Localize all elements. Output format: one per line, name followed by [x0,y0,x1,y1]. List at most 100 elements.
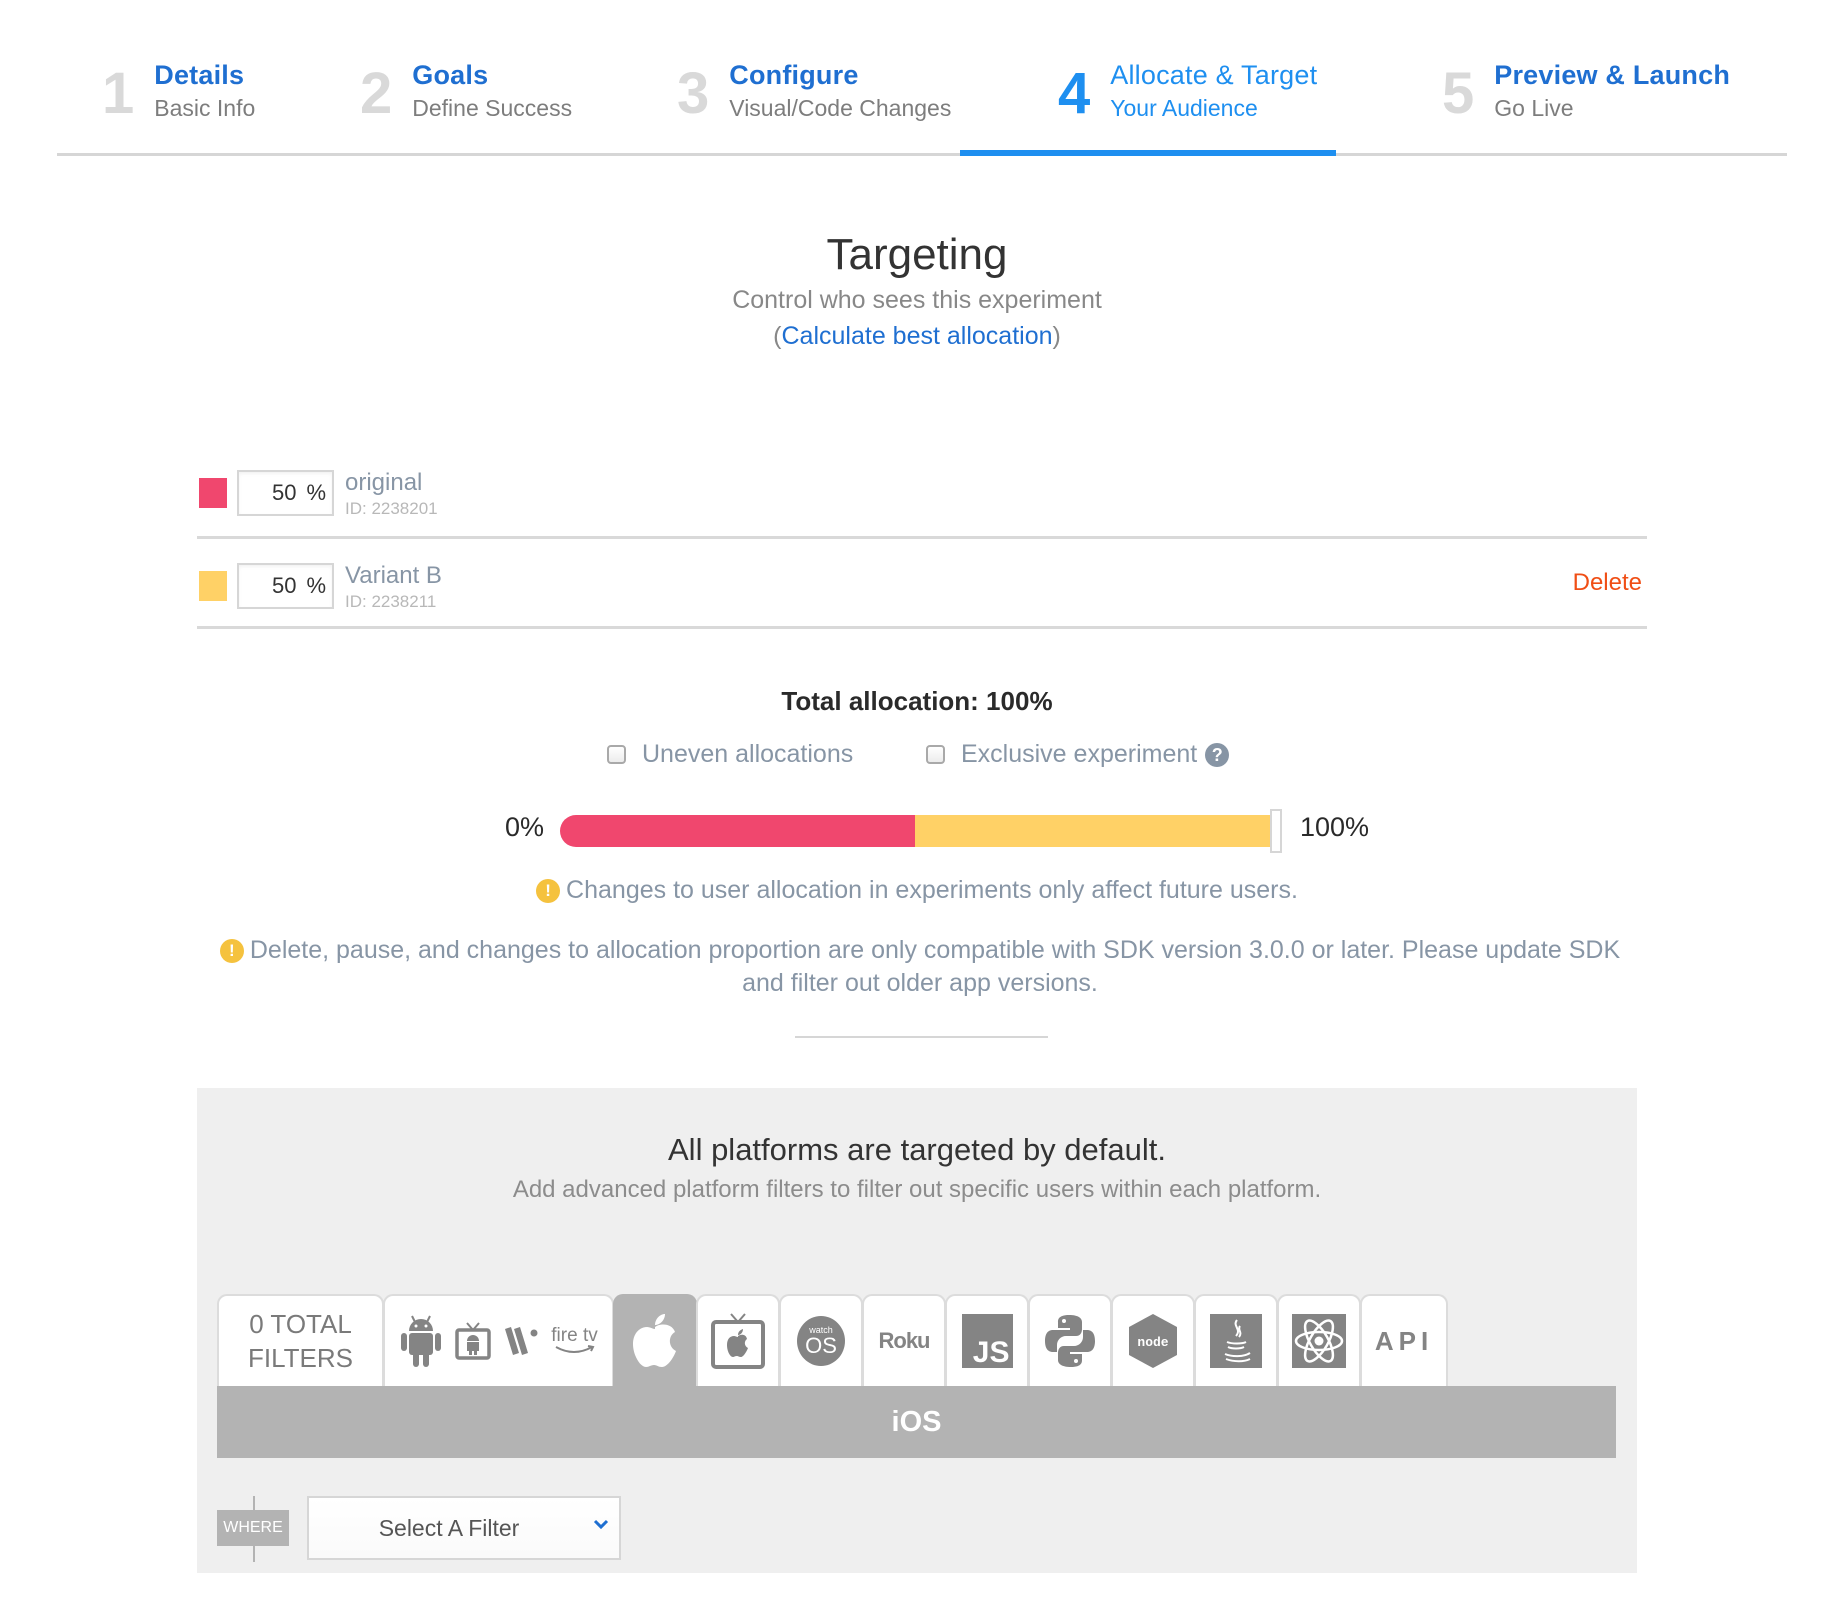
active-step-indicator [960,150,1336,156]
paren-open: ( [773,322,782,350]
tab-python[interactable] [1028,1294,1112,1386]
variant-row-variant-b: 50% Variant B ID: 2238211 Delete [197,539,1647,629]
bar-max-label: 100% [1300,812,1370,842]
java-icon [1210,1314,1262,1368]
variant-percent-input[interactable]: 50% [237,563,334,609]
android-icon [401,1315,442,1367]
help-icon[interactable]: ? [1205,742,1230,767]
roku-icon: Roku [878,1328,931,1353]
step-subtitle: Go Live [1494,95,1574,121]
tab-roku[interactable]: Roku [862,1294,946,1386]
step-subtitle: Basic Info [154,95,256,121]
percent-value: 50 [271,480,297,505]
watchos-icon: watchOS [797,1316,845,1366]
allocation-segment-variant-b [915,815,1270,847]
variant-id: ID: 2238201 [345,499,438,518]
platform-targeting-panel: All platforms are targeted by default. A… [197,1088,1637,1573]
future-users-notice: ! Changes to user allocation in experimen… [0,874,1834,907]
paren-close: ) [1052,322,1061,350]
variant-name: Variant B [345,562,442,589]
step-title: Details [154,60,245,90]
bar-min-label: 0% [505,812,545,842]
tab-api[interactable]: API [1360,1294,1448,1386]
variant-id: ID: 2238211 [345,592,437,611]
section-divider [795,1036,1048,1038]
tab-watchos[interactable]: watch OS [779,1294,863,1386]
step-number: 2 [360,61,393,126]
percent-value: 50 [271,573,297,598]
wear-os-icon [505,1327,538,1355]
step-title: Goals [412,60,489,90]
step-number: 3 [677,61,710,126]
python-icon [1045,1315,1095,1367]
platforms-subtitle: Add advanced platform filters to filter … [512,1176,1322,1203]
javascript-icon: JS [961,1314,1013,1369]
step-allocate-target[interactable]: 4 Allocate & Target Your Audience [1058,58,1317,128]
percent-unit: % [306,480,326,505]
apple-icon [633,1314,676,1367]
apple-tv-icon [711,1313,765,1369]
uneven-allocations-checkbox[interactable] [607,745,626,764]
page-subtitle: Control who sees this experiment [732,286,1102,314]
step-title: Configure [729,60,859,90]
tab-nodejs[interactable]: node [1111,1294,1195,1386]
total-allocation: Total allocation: 100% [781,686,1053,716]
step-title: Preview & Launch [1494,60,1731,90]
tab-java[interactable] [1194,1294,1278,1386]
allocation-bar [560,815,1270,847]
step-subtitle: Visual/Code Changes [729,95,952,121]
allocation-segment-original [560,815,915,847]
calculate-best-allocation-link[interactable]: Calculate best allocation [782,322,1053,350]
exclusive-experiment-checkbox[interactable] [926,745,945,764]
tab-tvos[interactable] [696,1294,780,1386]
step-subtitle: Your Audience [1110,95,1258,121]
filter-select[interactable]: Select A Filter [307,1496,621,1560]
total-filters-label: FILTERS [248,1343,353,1373]
tab-android[interactable]: fire tv [383,1294,614,1386]
step-number: 1 [102,61,135,126]
tab-javascript[interactable]: JS [945,1294,1029,1386]
delete-variant-button[interactable]: Delete [1573,569,1642,597]
node-text: node [1137,1335,1168,1350]
uneven-allocations-label: Uneven allocations [642,740,854,768]
calculate-allocation-line: (Calculate best allocation) [0,322,1834,351]
exclusive-experiment-option[interactable]: Exclusive experiment ? [926,740,1230,769]
percent-unit: % [306,573,326,598]
step-preview-launch[interactable]: 5 Preview & Launch Go Live [1442,58,1730,128]
step-details[interactable]: 1 Details Basic Info [102,58,255,128]
future-users-text: Changes to user allocation in experiment… [566,876,1298,904]
step-number: 4 [1058,61,1091,126]
variant-color-swatch [199,478,227,508]
react-icon [1292,1314,1346,1368]
page-title: Targeting [826,230,1008,279]
tab-total-filters[interactable]: 0 TOTAL FILTERS [217,1294,384,1386]
watch-os-text: OS [805,1333,837,1358]
api-label: API [1374,1325,1434,1356]
fire-tv-text: fire tv [551,1325,598,1346]
uneven-allocations-option[interactable]: Uneven allocations [607,740,853,769]
platforms-title: All platforms are targeted by default. [668,1132,1166,1167]
exclusive-experiment-label: Exclusive experiment [961,740,1198,768]
step-configure[interactable]: 3 Configure Visual/Code Changes [677,58,951,128]
fire-tv-icon: fire tv [551,1325,598,1355]
filter-select-value: Select A Filter [378,1514,520,1541]
android-tv-icon [455,1322,492,1360]
allocation-bar-handle[interactable] [1270,809,1282,853]
chevron-down-icon [593,1519,609,1530]
tab-ios[interactable] [613,1294,697,1386]
where-label: WHERE [217,1510,289,1546]
variant-color-swatch [199,571,227,601]
warning-icon: ! [219,939,244,963]
total-filters-count: 0 TOTAL [249,1309,352,1339]
step-title: Allocate & Target [1110,60,1318,90]
step-number: 5 [1442,61,1475,126]
step-goals[interactable]: 2 Goals Define Success [360,58,572,128]
sdk-version-notice: ! Delete, pause, and changes to allocatio… [205,934,1635,1000]
sdk-version-text: Delete, pause, and changes to allocation… [249,936,1621,997]
js-text: JS [972,1336,1010,1369]
variant-percent-input[interactable]: 50% [237,470,334,516]
tab-react-native[interactable] [1277,1294,1361,1386]
selected-platform-bar: iOS [217,1386,1616,1458]
warning-icon: ! [536,879,561,903]
nodejs-icon: node [1129,1314,1177,1368]
